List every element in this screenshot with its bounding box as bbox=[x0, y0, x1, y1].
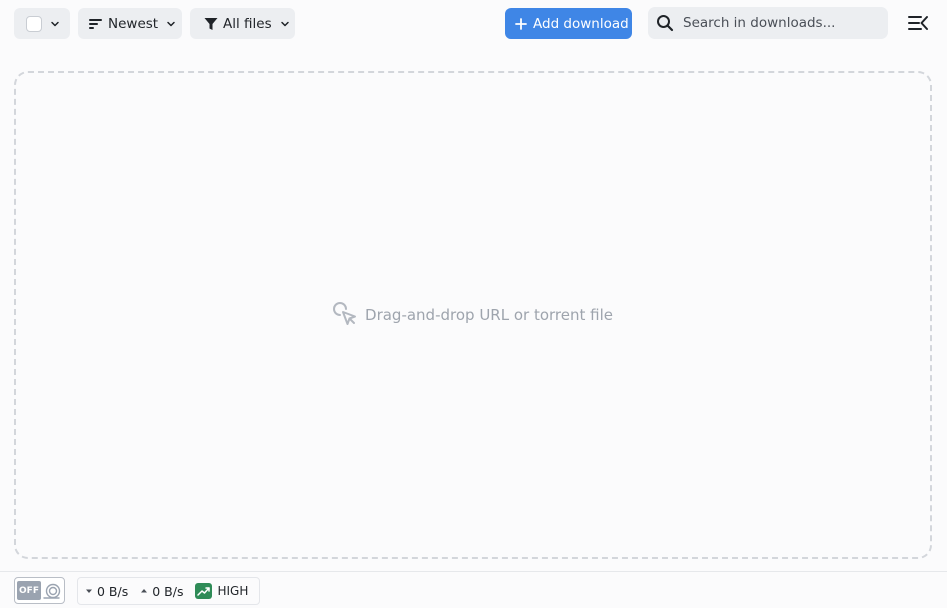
speed-limit-state: OFF bbox=[17, 581, 41, 600]
chevron-down-icon bbox=[167, 21, 175, 26]
speed-limit-toggle[interactable]: OFF bbox=[14, 577, 65, 604]
collapse-menu-button[interactable] bbox=[907, 13, 929, 33]
funnel-icon bbox=[204, 17, 218, 30]
cursor-click-icon bbox=[333, 302, 357, 325]
priority-trend-icon bbox=[195, 583, 213, 599]
drop-zone-text: Drag-and-drop URL or torrent file bbox=[365, 306, 613, 324]
upload-arrow-icon bbox=[141, 589, 148, 593]
download-arrow-icon bbox=[86, 589, 92, 593]
sort-label: Newest bbox=[108, 15, 159, 32]
plus-icon bbox=[515, 17, 527, 30]
filter-label: All files bbox=[223, 15, 272, 32]
filter-dropdown[interactable]: All files bbox=[190, 8, 295, 39]
search-icon bbox=[657, 15, 674, 32]
search-input[interactable] bbox=[683, 15, 873, 31]
select-all-checkbox[interactable] bbox=[26, 15, 42, 32]
drop-zone-hint: Drag-and-drop URL or torrent file bbox=[333, 302, 613, 328]
sort-dropdown[interactable]: Newest bbox=[78, 8, 182, 39]
priority-label: HIGH bbox=[217, 584, 249, 598]
drop-zone[interactable]: Drag-and-drop URL or torrent file bbox=[14, 71, 932, 559]
transfer-stats[interactable]: 0 B/s 0 B/s HIGH bbox=[77, 577, 260, 605]
download-speed: 0 B/s bbox=[97, 583, 129, 599]
chevron-down-icon bbox=[280, 21, 289, 26]
snail-icon bbox=[43, 583, 61, 599]
add-download-label: Add download bbox=[533, 15, 629, 32]
sort-lines-icon bbox=[89, 18, 102, 29]
collapse-menu-icon bbox=[908, 16, 928, 30]
add-download-button[interactable]: Add download bbox=[505, 8, 632, 39]
chevron-down-icon bbox=[51, 21, 59, 26]
status-bar: OFF 0 B/s 0 B/s HIGH bbox=[0, 571, 947, 608]
search-box[interactable] bbox=[648, 7, 888, 39]
upload-speed: 0 B/s bbox=[152, 583, 184, 599]
select-all-dropdown[interactable] bbox=[14, 8, 70, 39]
toolbar: Newest All files Add download bbox=[0, 0, 947, 46]
